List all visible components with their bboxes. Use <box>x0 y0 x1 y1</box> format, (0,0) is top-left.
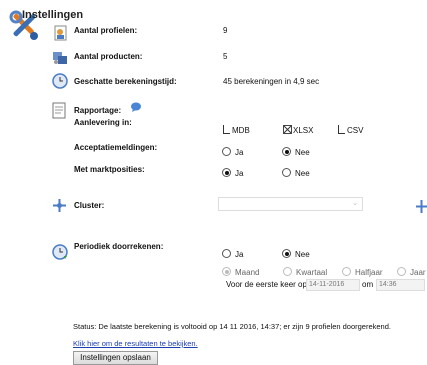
format-mdb[interactable]: MDB <box>223 125 250 135</box>
frequency-jaar-radio[interactable] <box>397 267 406 276</box>
market-nee-label: Nee <box>295 169 310 178</box>
products-value: 5 <box>223 52 228 61</box>
time-value: 45 berekeningen in 4,9 sec <box>223 77 320 86</box>
periodic-ja-option[interactable]: Ja <box>222 249 243 259</box>
help-icon[interactable] <box>130 102 142 112</box>
profiles-icon <box>54 25 68 41</box>
report-icon <box>52 102 66 119</box>
frequency-halfjaar-option[interactable]: Halfjaar <box>342 267 383 277</box>
xlsx-checkbox[interactable] <box>283 125 292 134</box>
om-label: om <box>362 280 374 289</box>
results-link[interactable]: Klik hier om de resultaten te bekijken. <box>73 339 198 348</box>
periodic-ja-radio[interactable] <box>222 249 231 258</box>
periodic-nee-label: Nee <box>295 250 310 259</box>
profiles-value: 9 <box>223 26 228 35</box>
frequency-halfjaar-radio[interactable] <box>342 267 351 276</box>
frequency-kwartaal-label: Kwartaal <box>296 268 328 277</box>
periodic-nee-radio[interactable] <box>282 249 291 258</box>
frequency-jaar-label: Jaar <box>410 268 426 277</box>
acceptance-ja-radio[interactable] <box>222 147 231 156</box>
acceptance-nee-radio[interactable] <box>282 147 291 156</box>
market-ja-option[interactable]: Ja <box>222 168 243 178</box>
save-button[interactable]: Instellingen opslaan <box>73 351 158 365</box>
market-ja-radio[interactable] <box>222 168 231 177</box>
periodic-icon <box>52 244 68 260</box>
time-label: Geschatte berekeningstijd: <box>74 77 177 86</box>
clock-icon <box>52 73 68 89</box>
acceptance-label: Acceptatiemeldingen: <box>74 143 158 152</box>
cluster-select[interactable]: ⌄ <box>218 197 363 211</box>
frequency-kwartaal-option[interactable]: Kwartaal <box>283 267 327 277</box>
frequency-maand-label: Maand <box>235 268 260 277</box>
market-positions-label: Met marktposities: <box>74 165 145 174</box>
frequency-maand-option[interactable]: Maand <box>222 267 259 277</box>
frequency-halfjaar-label: Halfjaar <box>355 268 383 277</box>
frequency-kwartaal-radio[interactable] <box>283 267 292 276</box>
periodic-label: Periodiek doorrekenen: <box>74 242 164 251</box>
cluster-label: Cluster: <box>74 201 105 210</box>
frequency-maand-radio[interactable] <box>222 267 231 276</box>
csv-label: CSV <box>347 126 364 135</box>
frequency-jaar-option[interactable]: Jaar <box>397 267 426 277</box>
acceptance-nee-label: Nee <box>295 148 310 157</box>
market-nee-radio[interactable] <box>282 168 291 177</box>
cluster-icon <box>52 198 67 213</box>
first-date-input[interactable]: 14-11-2016 <box>306 279 360 291</box>
csv-checkbox[interactable] <box>338 125 345 134</box>
acceptance-ja-label: Ja <box>235 148 244 157</box>
format-csv[interactable]: CSV <box>338 125 363 135</box>
xlsx-label: XLSX <box>293 126 314 135</box>
market-nee-option[interactable]: Nee <box>282 168 310 178</box>
mdb-label: MDB <box>232 126 250 135</box>
chevron-down-icon: ⌄ <box>352 200 358 207</box>
status-text: Status: De laatste berekening is voltooi… <box>73 322 391 331</box>
periodic-nee-option[interactable]: Nee <box>282 249 310 259</box>
format-xlsx[interactable]: XLSX <box>283 125 313 135</box>
first-time-label: Voor de eerste keer op <box>226 280 307 289</box>
profiles-label: Aantal profielen: <box>74 26 138 35</box>
acceptance-nee-option[interactable]: Nee <box>282 147 310 157</box>
cluster-side-icon[interactable] <box>416 200 427 213</box>
products-label: Aantal producten: <box>74 52 143 61</box>
first-time-input[interactable]: 14:36 <box>376 279 425 291</box>
periodic-ja-label: Ja <box>235 250 244 259</box>
delivery-label: Aanlevering in: <box>74 118 132 127</box>
report-label: Rapportage: <box>74 106 122 115</box>
page-title: Instellingen <box>22 9 84 21</box>
mdb-checkbox[interactable] <box>223 125 230 134</box>
acceptance-ja-option[interactable]: Ja <box>222 147 243 157</box>
market-ja-label: Ja <box>235 169 244 178</box>
products-icon <box>52 49 68 65</box>
